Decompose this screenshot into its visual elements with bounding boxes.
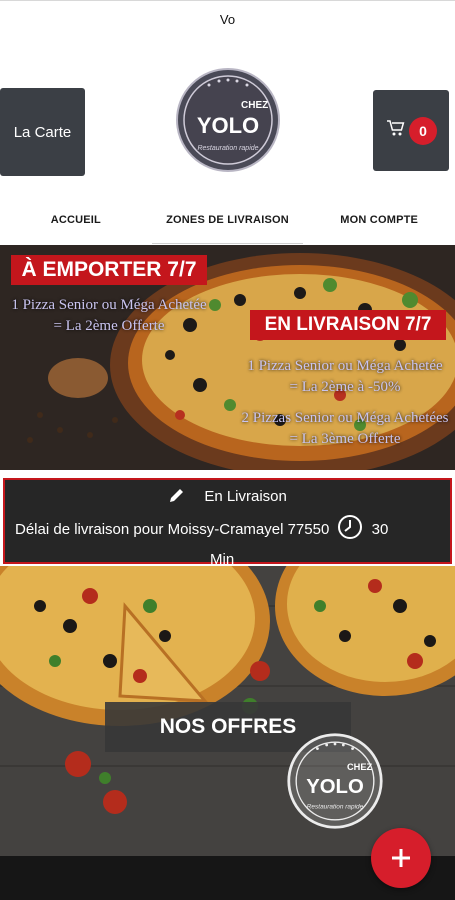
takeaway-offer: 1 Pizza Senior ou Méga Achetée = La 2ème… [10,295,208,337]
delivery-line-2: = La 2ème à -50% [289,379,401,395]
takeaway-tag: À EMPORTER 7/7 [11,255,207,285]
logo-tagline: Restauration rapide [197,145,258,152]
main-nav: ACCUEIL ZONES DE LIVRAISON MON COMPTE [0,198,455,244]
nav-item-mon-compte[interactable]: MON COMPTE [303,198,455,244]
delivery-mode-row: En Livraison [5,486,450,508]
offers-logo-main-text: YOLO [306,776,364,798]
delivery-delay-value: 30 [371,521,389,538]
delivery-mode-label: En Livraison [204,488,287,505]
delivery-offer-2: 2 Pizzas Senior ou Méga Achetées = La 3è… [236,408,454,450]
cart-button[interactable]: 0 [373,90,449,171]
promo-banner[interactable]: À EMPORTER 7/7 1 Pizza Senior ou Méga Ac… [0,245,455,470]
takeaway-line-1: 1 Pizza Senior ou Méga Achetée [11,297,207,313]
delivery-info-panel[interactable]: En Livraison Délai de livraison pour Moi… [3,478,452,568]
top-divider [0,0,455,4]
delivery-tag: EN LIVRAISON 7/7 [250,310,446,340]
app-page: Vo La Carte CHEZ YOLO Restauration rapid… [0,0,455,900]
offers-section[interactable]: NOS OFFRES CHEZ YOLO Restauration rapide [0,566,455,856]
delivery-offer-1: 1 Pizza Senior ou Méga Achetée = La 2ème… [236,356,454,398]
nav-item-zones-livraison[interactable]: ZONES DE LIVRAISON [151,198,304,244]
add-button[interactable] [371,828,431,888]
delivery-line-3: 2 Pizzas Senior ou Méga Achetées [241,410,449,426]
cart-count-badge: 0 [409,117,437,145]
delivery-delay-row: Délai de livraison pour Moissy-Cramayel … [15,514,445,572]
delivery-delay-text: Délai de livraison pour Moissy-Cramayel … [15,521,330,538]
offers-logo-top-text: CHEZ [347,762,372,772]
delivery-line-4: = La 3ème Offerte [289,431,401,447]
cart-icon [386,118,406,138]
takeaway-line-2: = La 2ème Offerte [53,318,165,334]
page-title: Vo [219,12,236,27]
offers-brand-logo: CHEZ YOLO Restauration rapide [286,732,384,830]
clock-icon [337,514,363,548]
brand-logo[interactable]: CHEZ YOLO Restauration rapide [175,67,281,173]
offers-logo-tagline: Restauration rapide [307,804,364,811]
logo-main-text: YOLO [197,113,259,138]
plus-icon [390,840,412,877]
menu-button[interactable]: La Carte [0,88,85,176]
logo-top-text: CHEZ [241,100,268,111]
nav-item-accueil[interactable]: ACCUEIL [0,198,152,244]
pencil-icon[interactable] [168,486,186,508]
delivery-line-1: 1 Pizza Senior ou Méga Achetée [247,358,443,374]
